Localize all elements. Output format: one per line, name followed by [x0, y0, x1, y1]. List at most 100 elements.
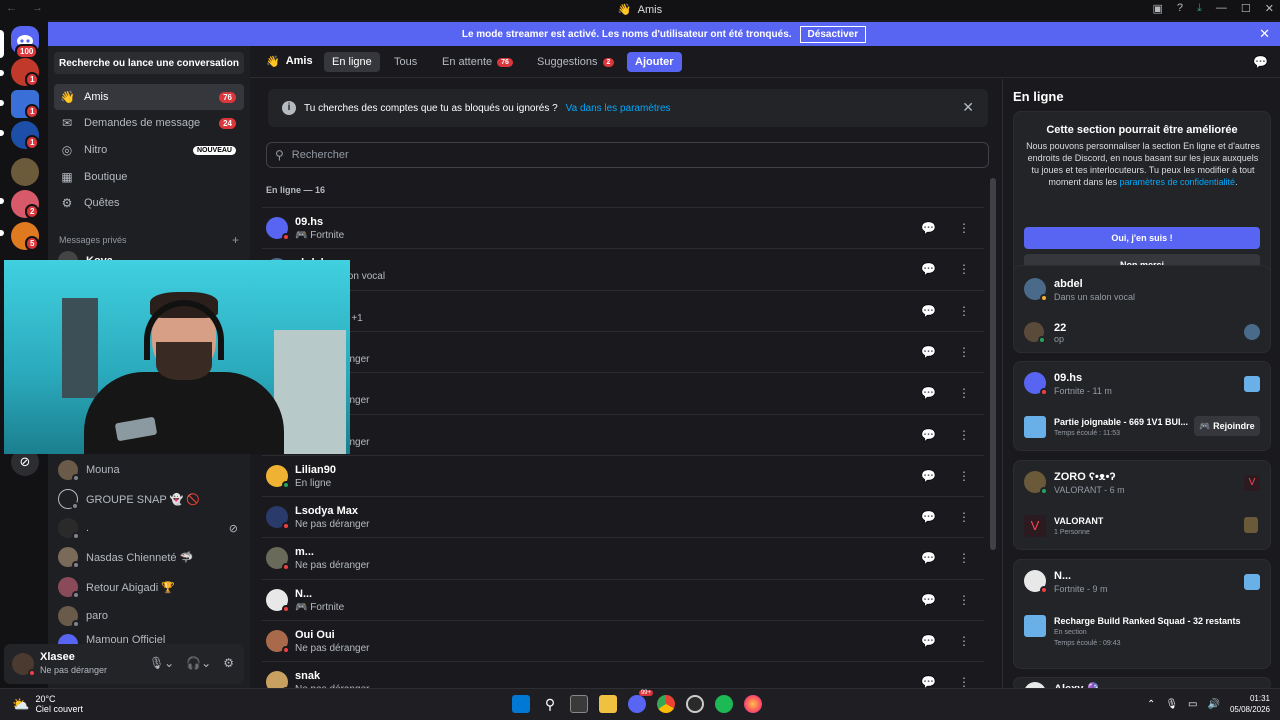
settings-link[interactable]: Va dans les paramètres — [566, 103, 671, 114]
friend-row[interactable]: Lsodya Max Ne pas déranger 💬 ⋮ — [262, 496, 984, 537]
server-2[interactable]: 1 — [11, 90, 40, 119]
activity-card[interactable]: abdel Dans un salon vocal 22 op — [1013, 265, 1271, 353]
friend-row[interactable]: Ne pas déranger💬⋮ — [262, 413, 984, 455]
task-view-icon[interactable] — [570, 695, 588, 713]
tab-suggestions[interactable]: Suggestions 2 — [529, 52, 622, 72]
microphone-icon[interactable]: 🎙 — [1165, 699, 1178, 710]
user-avatar[interactable] — [12, 653, 36, 677]
message-icon[interactable]: 💬 — [921, 469, 936, 483]
scrollbar[interactable] — [990, 178, 996, 550]
nav-shop[interactable]: ▦ Boutique — [54, 164, 244, 190]
message-icon[interactable]: 💬 — [921, 593, 936, 607]
start-icon[interactable] — [512, 695, 530, 713]
network-icon[interactable]: ▭ — [1188, 699, 1197, 710]
server-3[interactable]: 1 — [11, 121, 40, 150]
nav-nitro[interactable]: ◎ Nitro NOUVEAU — [54, 137, 244, 163]
headset-icon[interactable]: 🎧⌄ — [186, 656, 211, 670]
message-icon[interactable]: 💬 — [921, 551, 936, 565]
friend-row[interactable]: Ne pas déranger💬⋮ — [262, 372, 984, 413]
more-options-icon[interactable]: ⋮ — [958, 469, 970, 483]
server-4[interactable] — [11, 158, 39, 186]
more-options-icon[interactable]: ⋮ — [958, 345, 970, 359]
server-5[interactable]: 2 — [11, 190, 40, 219]
chevron-up-icon[interactable]: ⌃ — [1147, 699, 1155, 710]
close-banner-icon[interactable]: ✕ — [1259, 26, 1270, 42]
server-6[interactable]: 5 — [11, 222, 40, 251]
privacy-settings-link[interactable]: paramètres de confidentialité — [1119, 177, 1235, 187]
friend-row[interactable]: 09.hs 🎮 Fortnite 💬 ⋮ — [262, 207, 984, 248]
file-explorer-icon[interactable] — [599, 695, 617, 713]
message-icon[interactable]: 💬 — [921, 428, 936, 442]
close-window-button[interactable]: ✕ — [1265, 2, 1274, 15]
search-icon[interactable]: ⚲ — [541, 695, 559, 713]
join-button[interactable]: 🎮 Rejoindre — [1194, 416, 1260, 436]
more-options-icon[interactable]: ⋮ — [958, 304, 970, 318]
message-icon[interactable]: 💬 — [921, 262, 936, 276]
nav-message-requests[interactable]: ✉ Demandes de message 24 — [54, 110, 244, 136]
friend-row[interactable]: m... Ne pas déranger 💬 ⋮ — [262, 537, 984, 578]
weather-widget[interactable]: ⛅ 20°C Ciel couvert — [12, 694, 83, 714]
friend-row[interactable]: abdelDans un salon vocal💬⋮ — [262, 248, 984, 289]
dm-item[interactable]: Nasdas Chienneté 🦈 — [58, 545, 238, 569]
message-icon[interactable]: 💬 — [921, 510, 936, 524]
add-friend-button[interactable]: Ajouter — [627, 52, 682, 72]
download-icon[interactable]: ⤓ — [1197, 2, 1202, 15]
new-group-dm-icon[interactable]: 💬 — [1253, 55, 1268, 69]
nav-arrows-icon[interactable]: ← → — [6, 2, 49, 14]
find-conversation-button[interactable]: Recherche ou lance une conversation — [54, 52, 244, 74]
tab-online[interactable]: En ligne — [324, 52, 380, 72]
message-icon[interactable]: 💬 — [921, 634, 936, 648]
more-options-icon[interactable]: ⋮ — [958, 634, 970, 648]
message-icon[interactable]: 💬 — [921, 304, 936, 318]
dm-item[interactable]: Mouna — [58, 458, 238, 482]
message-icon[interactable]: 💬 — [921, 221, 936, 235]
activity-card[interactable]: ZORO ʕ•ᴥ•ʔ VALORANT - 6 m V V VALORANT 1… — [1013, 460, 1271, 550]
friend-row[interactable]: Ne pas déranger💬⋮ — [262, 330, 984, 372]
tab-all[interactable]: Tous — [386, 52, 425, 72]
friend-row[interactable]: Lilian90 En ligne 💬 ⋮ — [262, 454, 984, 496]
obs-icon[interactable] — [686, 695, 704, 713]
chrome-icon[interactable] — [657, 695, 675, 713]
more-options-icon[interactable]: ⋮ — [958, 221, 970, 235]
nav-quests[interactable]: ⚙ Quêtes — [54, 190, 244, 216]
firefox-icon[interactable] — [744, 695, 762, 713]
disable-streamer-button[interactable]: Désactiver — [799, 25, 867, 43]
clock[interactable]: 01:31 05/08/2026 — [1230, 693, 1270, 715]
more-options-icon[interactable]: ⋮ — [958, 386, 970, 400]
accept-button[interactable]: Oui, j'en suis ! — [1024, 227, 1260, 249]
minimize-button[interactable]: — — [1216, 2, 1227, 15]
more-options-icon[interactable]: ⋮ — [958, 428, 970, 442]
friend-row[interactable]: Tracker App +1💬⋮ — [262, 289, 984, 331]
more-options-icon[interactable]: ⋮ — [958, 551, 970, 565]
more-options-icon[interactable]: ⋮ — [958, 593, 970, 607]
more-options-icon[interactable]: ⋮ — [958, 510, 970, 524]
home-button[interactable]: 100 — [11, 26, 39, 59]
dm-item[interactable]: GROUPE SNAP 👻 🚫 — [58, 487, 238, 511]
message-icon[interactable]: 💬 — [921, 345, 936, 359]
volume-icon[interactable]: 🔊 — [1208, 699, 1220, 710]
inbox-icon[interactable]: ▣ — [1153, 2, 1163, 15]
microphone-icon[interactable]: 🎙⌄ — [149, 656, 174, 670]
activity-card[interactable]: 09.hs Fortnite - 11 m Partie joignable -… — [1013, 361, 1271, 451]
dm-item[interactable]: . ⊘ — [58, 516, 238, 540]
activity-card[interactable]: N... Fortnite - 9 m Recharge Build Ranke… — [1013, 559, 1271, 669]
server-1[interactable]: 1 — [11, 58, 40, 87]
more-options-icon[interactable]: ⋮ — [958, 262, 970, 276]
friend-row[interactable]: Oui Oui Ne pas déranger 💬 ⋮ — [262, 620, 984, 661]
create-dm-icon[interactable]: + — [232, 233, 239, 247]
nav-friends[interactable]: 👋 Amis 76 — [54, 84, 244, 110]
tab-pending[interactable]: En attente 76 — [434, 52, 521, 72]
search-input[interactable] — [291, 149, 892, 161]
friends-search[interactable]: ⚲ — [266, 142, 989, 168]
friend-row[interactable]: N... 🎮 Fortnite 💬 ⋮ — [262, 578, 984, 620]
close-notice-icon[interactable]: ✕ — [962, 99, 974, 116]
dm-item[interactable]: Mamoun Officiel — [58, 634, 238, 644]
settings-icon[interactable]: ⚙ — [223, 656, 234, 670]
maximize-button[interactable]: ☐ — [1241, 2, 1251, 15]
help-icon[interactable]: ? — [1177, 2, 1183, 15]
dm-item[interactable]: paro — [58, 604, 238, 628]
dm-item[interactable]: Retour Abigadi 🏆 — [58, 575, 238, 599]
spotify-icon[interactable] — [715, 695, 733, 713]
discord-taskbar-icon[interactable]: 99+ — [628, 690, 653, 713]
message-icon[interactable]: 💬 — [921, 386, 936, 400]
